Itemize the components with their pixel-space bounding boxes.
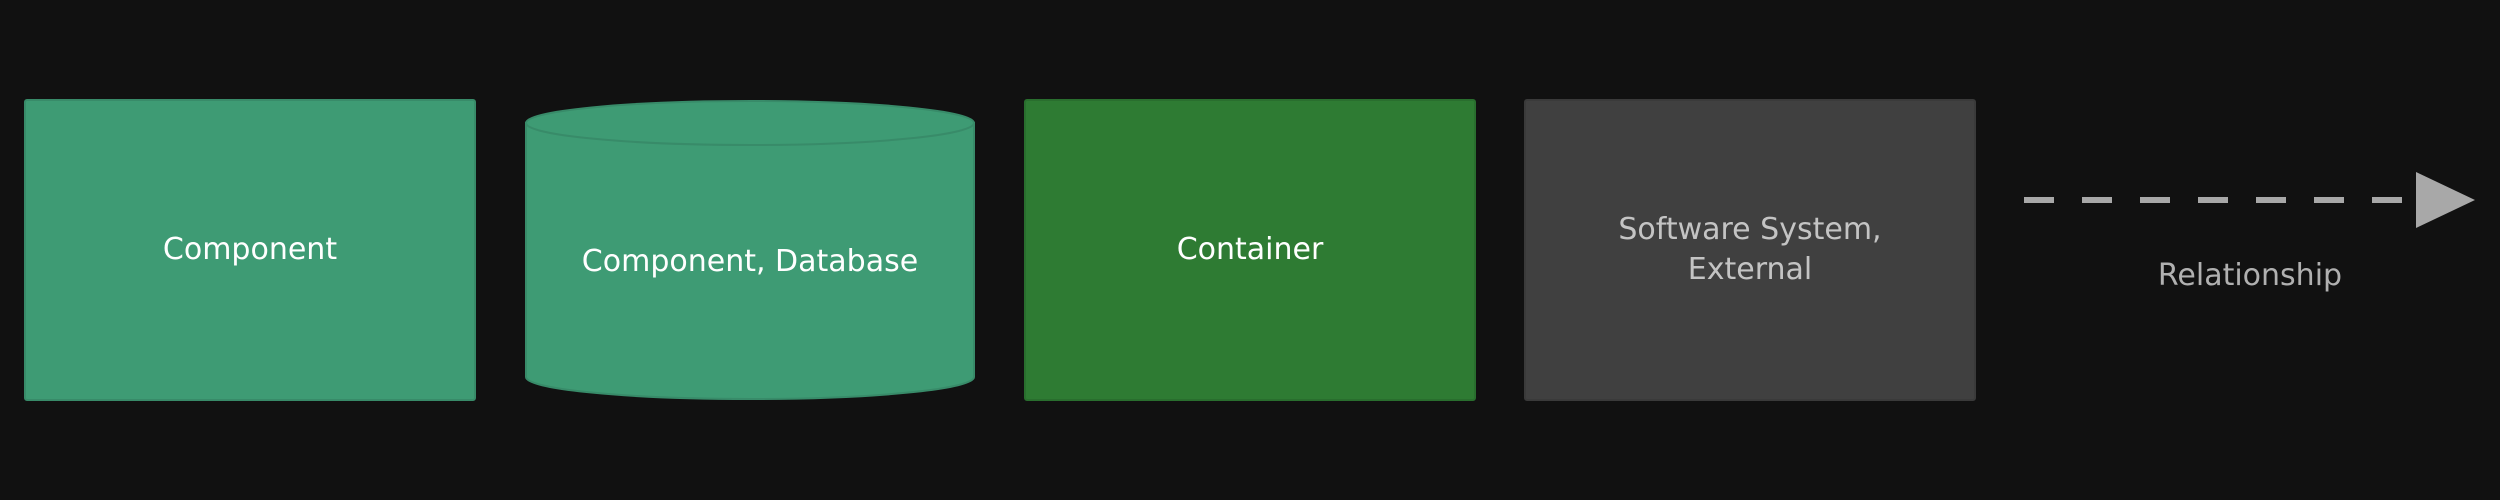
legend-container-label: Container [1176, 232, 1324, 267]
legend-relationship-label: Relationship [2157, 258, 2343, 293]
legend-relationship: Relationship [2020, 160, 2500, 320]
legend-component-label: Component [162, 232, 338, 267]
legend-container-box: Container [1024, 99, 1476, 401]
legend-component-box: Component [24, 99, 476, 401]
dashed-arrow-icon [2024, 172, 2475, 228]
diagram-legend: Component Component, Database Container … [0, 0, 2500, 500]
legend-external-system-label: Software System, External [1618, 212, 1882, 287]
legend-database-cylinder: Component, Database [524, 99, 976, 401]
legend-external-system-box: Software System, External [1524, 99, 1976, 401]
legend-database-label: Component, Database [581, 244, 919, 279]
